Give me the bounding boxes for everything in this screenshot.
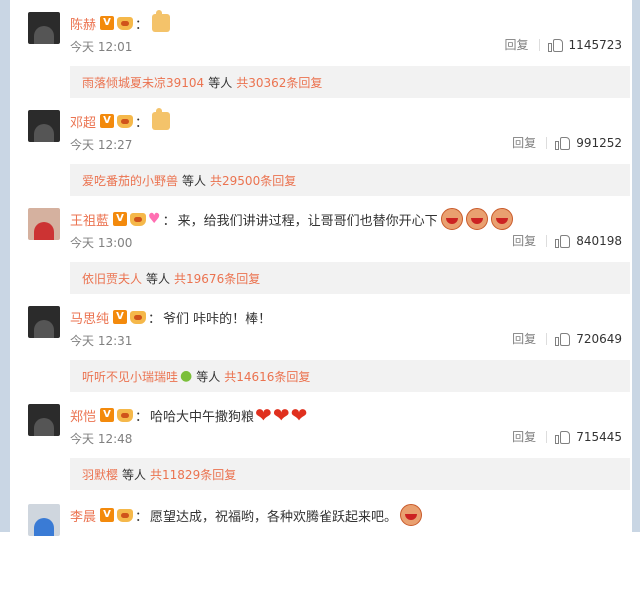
sub-reply-user[interactable]: 听听不见小瑞瑞哇 bbox=[82, 368, 178, 385]
comment-item: 马思纯 V ： 爷们 咔咔的！棒！ 今天 12:31 回复 720649 听听不… bbox=[28, 306, 630, 404]
comment-time: 今天 12:31 bbox=[70, 333, 133, 348]
sub-reply-and-others: 等人 bbox=[208, 75, 233, 90]
like-thumb-icon[interactable] bbox=[555, 430, 571, 444]
thumbs-up-icon bbox=[152, 108, 171, 130]
like-thumb-icon[interactable] bbox=[555, 332, 571, 346]
comment-text: 来，给我们讲讲过程，让哥哥们也替你开心下 bbox=[177, 213, 438, 229]
avatar[interactable] bbox=[28, 404, 60, 436]
sub-replies-link[interactable]: 爱吃番茄的小野兽 等人 共29500条回复 bbox=[70, 164, 630, 196]
like-thumb-icon[interactable] bbox=[555, 234, 571, 248]
red-heart-icon: ❤ bbox=[255, 403, 272, 427]
divider bbox=[546, 234, 548, 247]
reply-button[interactable]: 回复 bbox=[512, 428, 536, 445]
comment-item: 王祖藍 V ♥ ： 来，给我们讲讲过程，让哥哥们也替你开心下 今天 13:00 … bbox=[28, 208, 630, 306]
comment-item: 李晨 V ： 愿望达成，祝福哟，各种欢腾雀跃起来吧。 bbox=[28, 504, 630, 602]
like-thumb-icon[interactable] bbox=[555, 136, 571, 150]
right-page-edge bbox=[632, 0, 640, 532]
member-crown-icon bbox=[130, 310, 147, 324]
v-badge-icon: V bbox=[100, 114, 115, 128]
like-count[interactable]: 991252 bbox=[576, 136, 622, 150]
laughing-face-icon bbox=[440, 208, 463, 230]
comment-username[interactable]: 邓超 bbox=[70, 112, 96, 131]
v-badge-icon: V bbox=[100, 16, 115, 30]
sub-reply-and-others: 等人 bbox=[182, 173, 207, 188]
avatar[interactable] bbox=[28, 208, 60, 240]
colon: ： bbox=[135, 509, 149, 525]
comment-text: 爷们 咔咔的！棒！ bbox=[163, 311, 272, 327]
sub-reply-count[interactable]: 共14616条回复 bbox=[224, 368, 310, 385]
comment-username[interactable]: 郑恺 bbox=[70, 406, 96, 425]
sub-reply-user[interactable]: 依旧贾夫人 bbox=[82, 270, 142, 287]
reply-button[interactable]: 回复 bbox=[505, 36, 529, 53]
like-thumb-icon[interactable] bbox=[547, 38, 564, 52]
avatar[interactable] bbox=[28, 12, 60, 44]
sub-reply-count[interactable]: 共11829条回复 bbox=[150, 466, 236, 483]
divider bbox=[546, 332, 548, 345]
comment-time: 今天 12:01 bbox=[70, 39, 133, 54]
divider bbox=[546, 136, 548, 149]
comment-time: 今天 12:48 bbox=[70, 431, 133, 446]
avatar[interactable] bbox=[28, 306, 60, 338]
sub-reply-count[interactable]: 共19676条回复 bbox=[174, 270, 260, 287]
comment-text: 愿望达成，祝福哟，各种欢腾雀跃起来吧。 bbox=[150, 509, 398, 525]
avatar[interactable] bbox=[28, 504, 60, 536]
sub-replies-link[interactable]: 羽默樱 等人 共11829条回复 bbox=[70, 458, 630, 490]
laughing-face-icon bbox=[490, 208, 513, 230]
like-count[interactable]: 720649 bbox=[576, 332, 622, 346]
comment-username[interactable]: 马思纯 bbox=[70, 308, 109, 327]
sub-reply-user[interactable]: 爱吃番茄的小野兽 bbox=[82, 172, 178, 189]
sub-replies-link[interactable]: 依旧贾夫人 等人 共19676条回复 bbox=[70, 262, 630, 294]
sub-reply-and-others: 等人 bbox=[122, 467, 147, 482]
sub-reply-and-others: 等人 bbox=[196, 369, 221, 384]
comment-item: 邓超 V ： 今天 12:27 回复 991252 爱吃番茄的小野兽 等人 共2… bbox=[28, 108, 630, 208]
sub-reply-count[interactable]: 共29500条回复 bbox=[210, 172, 296, 189]
colon: ： bbox=[135, 17, 149, 33]
comment-username[interactable]: 李晨 bbox=[70, 506, 96, 525]
like-count[interactable]: 840198 bbox=[576, 234, 622, 248]
divider bbox=[538, 38, 540, 51]
colon: ： bbox=[162, 213, 176, 229]
comment-time: 今天 12:27 bbox=[70, 137, 133, 152]
comment-username[interactable]: 陈赫 bbox=[70, 14, 96, 33]
member-crown-icon bbox=[117, 16, 134, 30]
sub-reply-user[interactable]: 雨落倾城夏未凉39104 bbox=[82, 74, 204, 91]
reply-button[interactable]: 回复 bbox=[512, 134, 536, 151]
comment-text: 哈哈大中午撒狗粮 bbox=[150, 409, 255, 425]
sub-replies-link[interactable]: 听听不见小瑞瑞哇 ● 等人 共14616条回复 bbox=[70, 360, 630, 392]
pink-heart-icon: ♥ bbox=[148, 211, 161, 227]
avatar[interactable] bbox=[28, 110, 60, 142]
laughing-face-icon bbox=[400, 504, 423, 526]
member-crown-icon bbox=[130, 212, 147, 226]
comment-time: 今天 13:00 bbox=[70, 235, 133, 250]
sub-reply-and-others: 等人 bbox=[146, 271, 171, 286]
member-crown-icon bbox=[117, 408, 134, 422]
like-count[interactable]: 715445 bbox=[576, 430, 622, 444]
red-heart-icon: ❤ bbox=[272, 403, 290, 427]
red-heart-icon: ❤ bbox=[290, 403, 308, 427]
v-badge-icon: V bbox=[100, 508, 115, 522]
comment-item: 陈赫 V ： 今天 12:01 回复 1145723 雨落倾城夏未凉39104 … bbox=[28, 10, 630, 110]
reply-button[interactable]: 回复 bbox=[512, 232, 536, 249]
member-crown-icon bbox=[117, 114, 134, 128]
sub-replies-link[interactable]: 雨落倾城夏未凉39104 等人 共30362条回复 bbox=[70, 66, 630, 98]
comment-item: 郑恺 V ： 哈哈大中午撒狗粮 ❤ ❤ ❤ 今天 12:48 回复 715445… bbox=[28, 404, 630, 502]
sub-reply-user[interactable]: 羽默樱 bbox=[82, 466, 118, 483]
thumbs-up-icon bbox=[152, 10, 171, 32]
balloon-icon: ● bbox=[180, 368, 193, 384]
colon: ： bbox=[148, 311, 162, 327]
reply-button[interactable]: 回复 bbox=[512, 330, 536, 347]
comment-username[interactable]: 王祖藍 bbox=[70, 210, 109, 229]
v-badge-icon: V bbox=[100, 408, 115, 422]
colon: ： bbox=[135, 409, 149, 425]
colon: ： bbox=[135, 115, 149, 131]
like-count[interactable]: 1145723 bbox=[569, 38, 622, 52]
v-badge-icon: V bbox=[113, 310, 128, 324]
v-badge-icon: V bbox=[113, 212, 128, 226]
divider bbox=[546, 430, 548, 443]
laughing-face-icon bbox=[465, 208, 488, 230]
sub-reply-count[interactable]: 共30362条回复 bbox=[236, 74, 322, 91]
left-page-edge bbox=[0, 0, 10, 532]
member-crown-icon bbox=[117, 508, 134, 522]
